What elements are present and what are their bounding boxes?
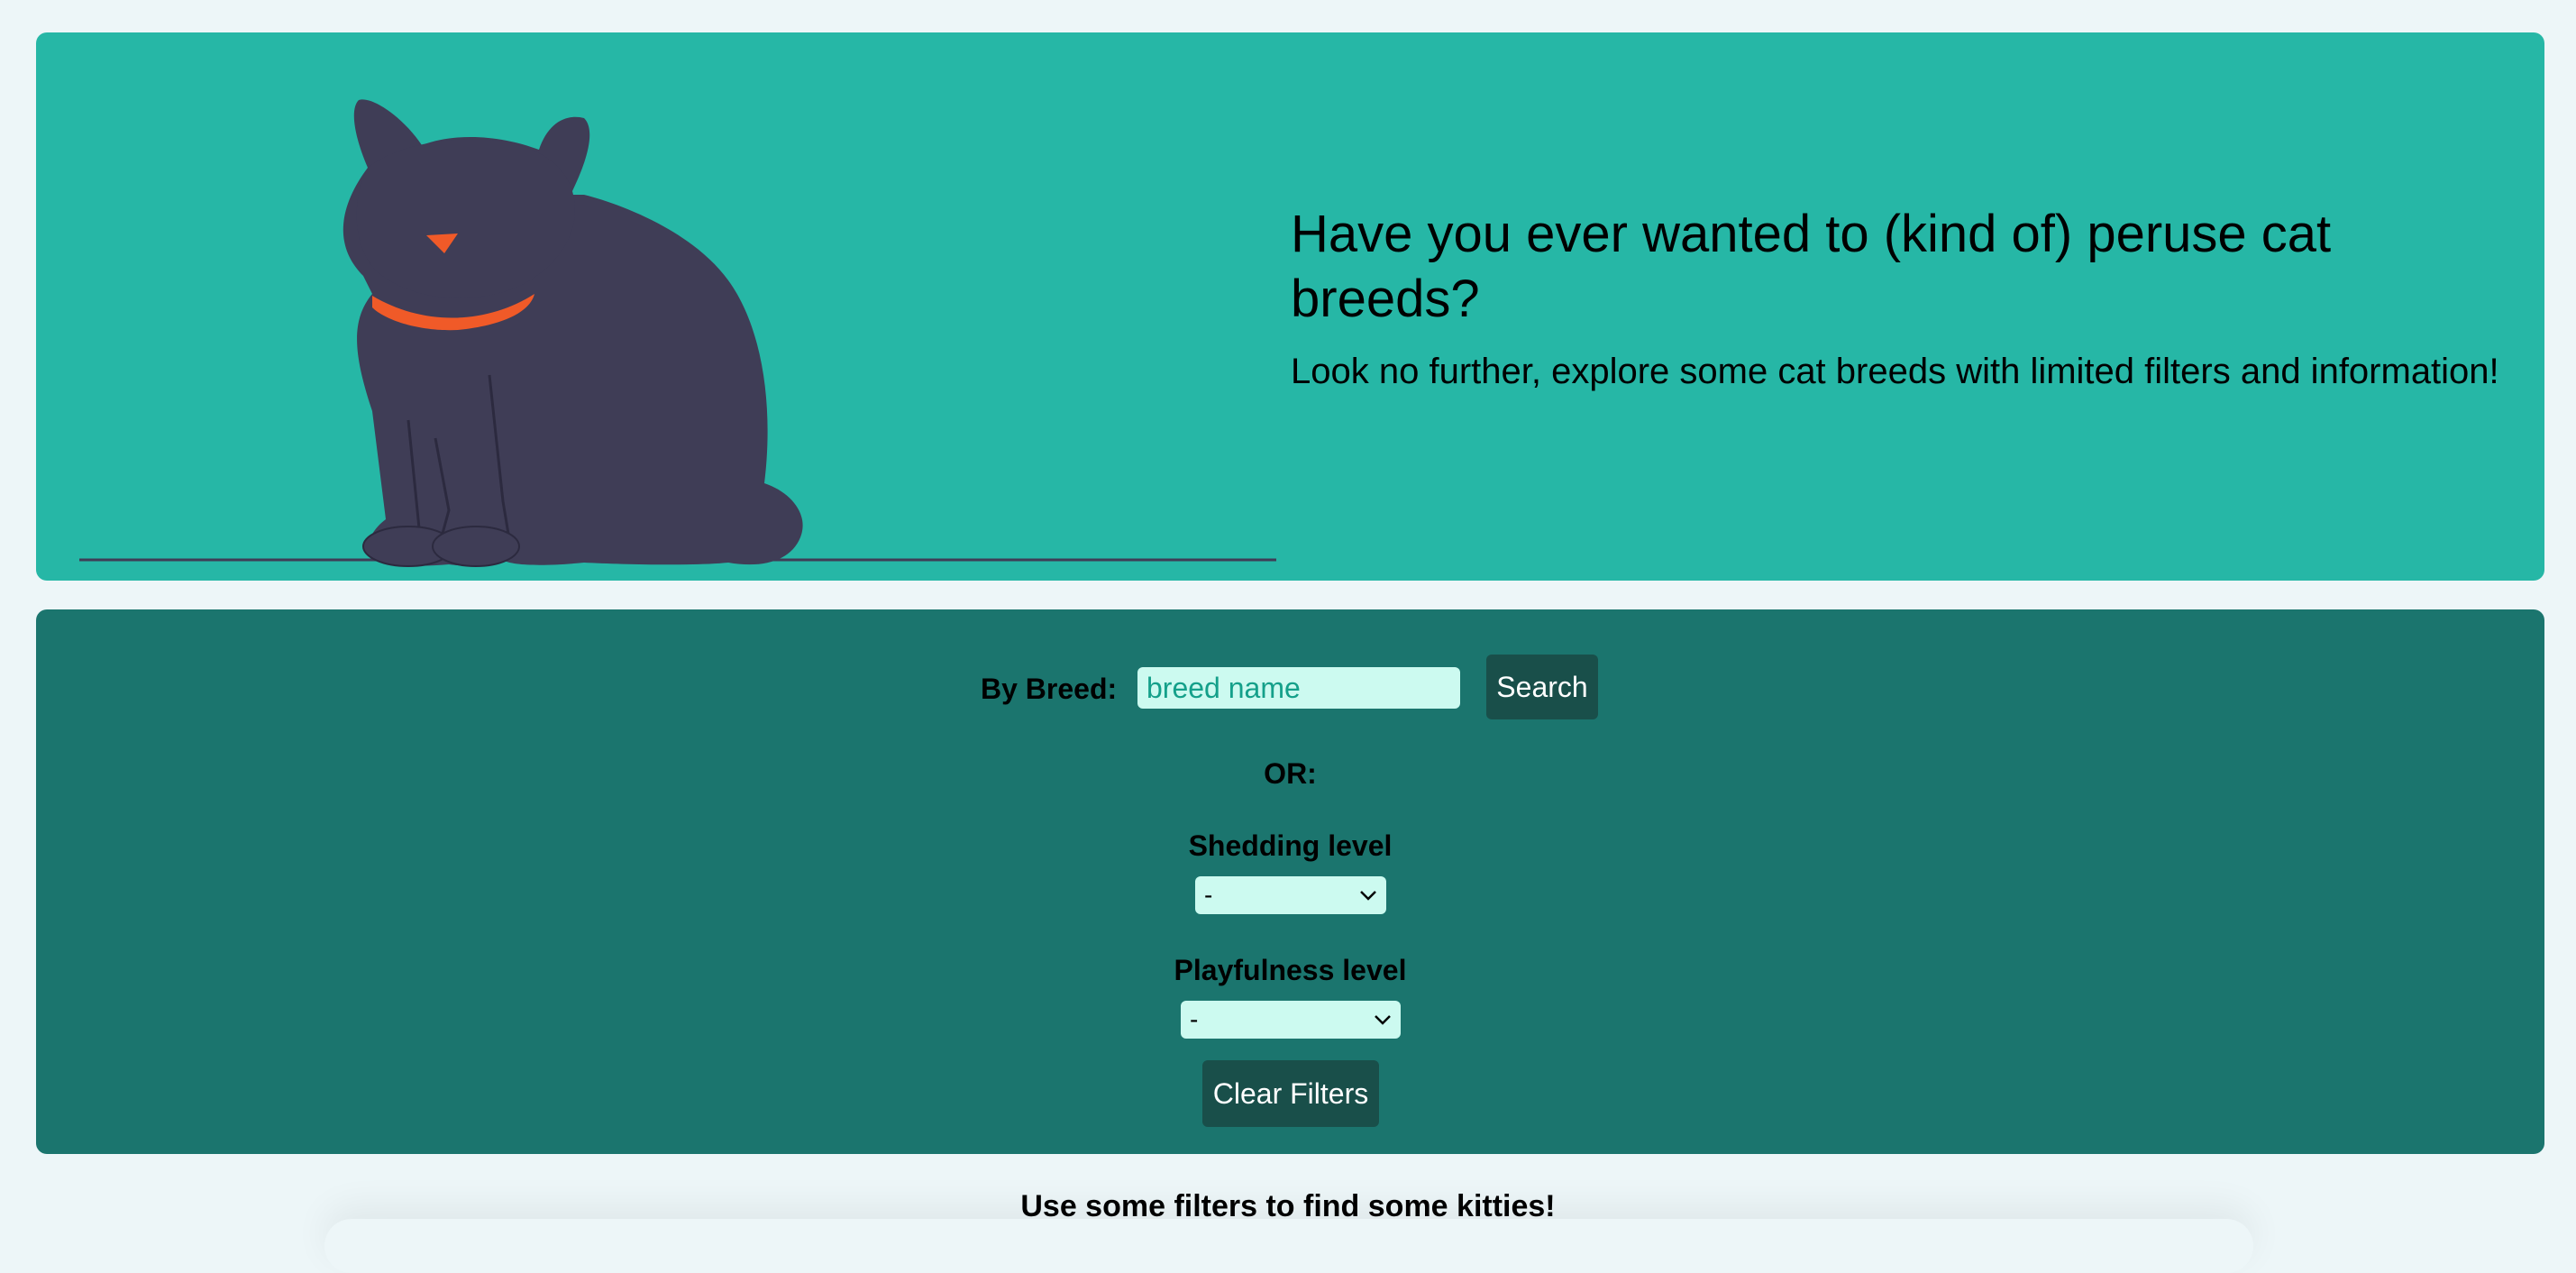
playfulness-level-value: - bbox=[1190, 1005, 1199, 1033]
shedding-level-select[interactable]: - bbox=[1195, 876, 1386, 914]
clear-filters-button[interactable]: Clear Filters bbox=[1202, 1060, 1379, 1127]
breed-search-input[interactable] bbox=[1137, 667, 1460, 709]
or-label: OR: bbox=[1264, 757, 1317, 790]
breed-search-row: By Breed: Search bbox=[36, 655, 2544, 721]
sitting-cat-illustration bbox=[79, 99, 1276, 567]
shedding-level-value: - bbox=[1204, 881, 1213, 909]
cat-paw bbox=[432, 526, 520, 567]
hero-subtitle: Look no further, explore some cat breeds… bbox=[1291, 352, 2499, 391]
breed-label: By Breed: bbox=[981, 673, 1118, 705]
hero-text: Have you ever wanted to (kind of) peruse… bbox=[1291, 202, 2526, 395]
search-button[interactable]: Search bbox=[1486, 655, 1598, 719]
hero-title: Have you ever wanted to (kind of) peruse… bbox=[1291, 205, 2332, 328]
chevron-down-icon bbox=[1359, 876, 1377, 914]
hero-banner: Have you ever wanted to (kind of) peruse… bbox=[36, 32, 2544, 581]
chevron-down-icon bbox=[1374, 1001, 1392, 1039]
results-card-edge bbox=[324, 1219, 2253, 1273]
filters-panel: By Breed: Search OR: Shedding level - Pl… bbox=[36, 609, 2544, 1154]
shedding-level-label: Shedding level bbox=[1188, 829, 1393, 862]
playfulness-level-select[interactable]: - bbox=[1181, 1001, 1401, 1039]
results-message: Use some filters to find some kitties! bbox=[1020, 1189, 1556, 1223]
playfulness-level-label: Playfulness level bbox=[1174, 954, 1407, 986]
